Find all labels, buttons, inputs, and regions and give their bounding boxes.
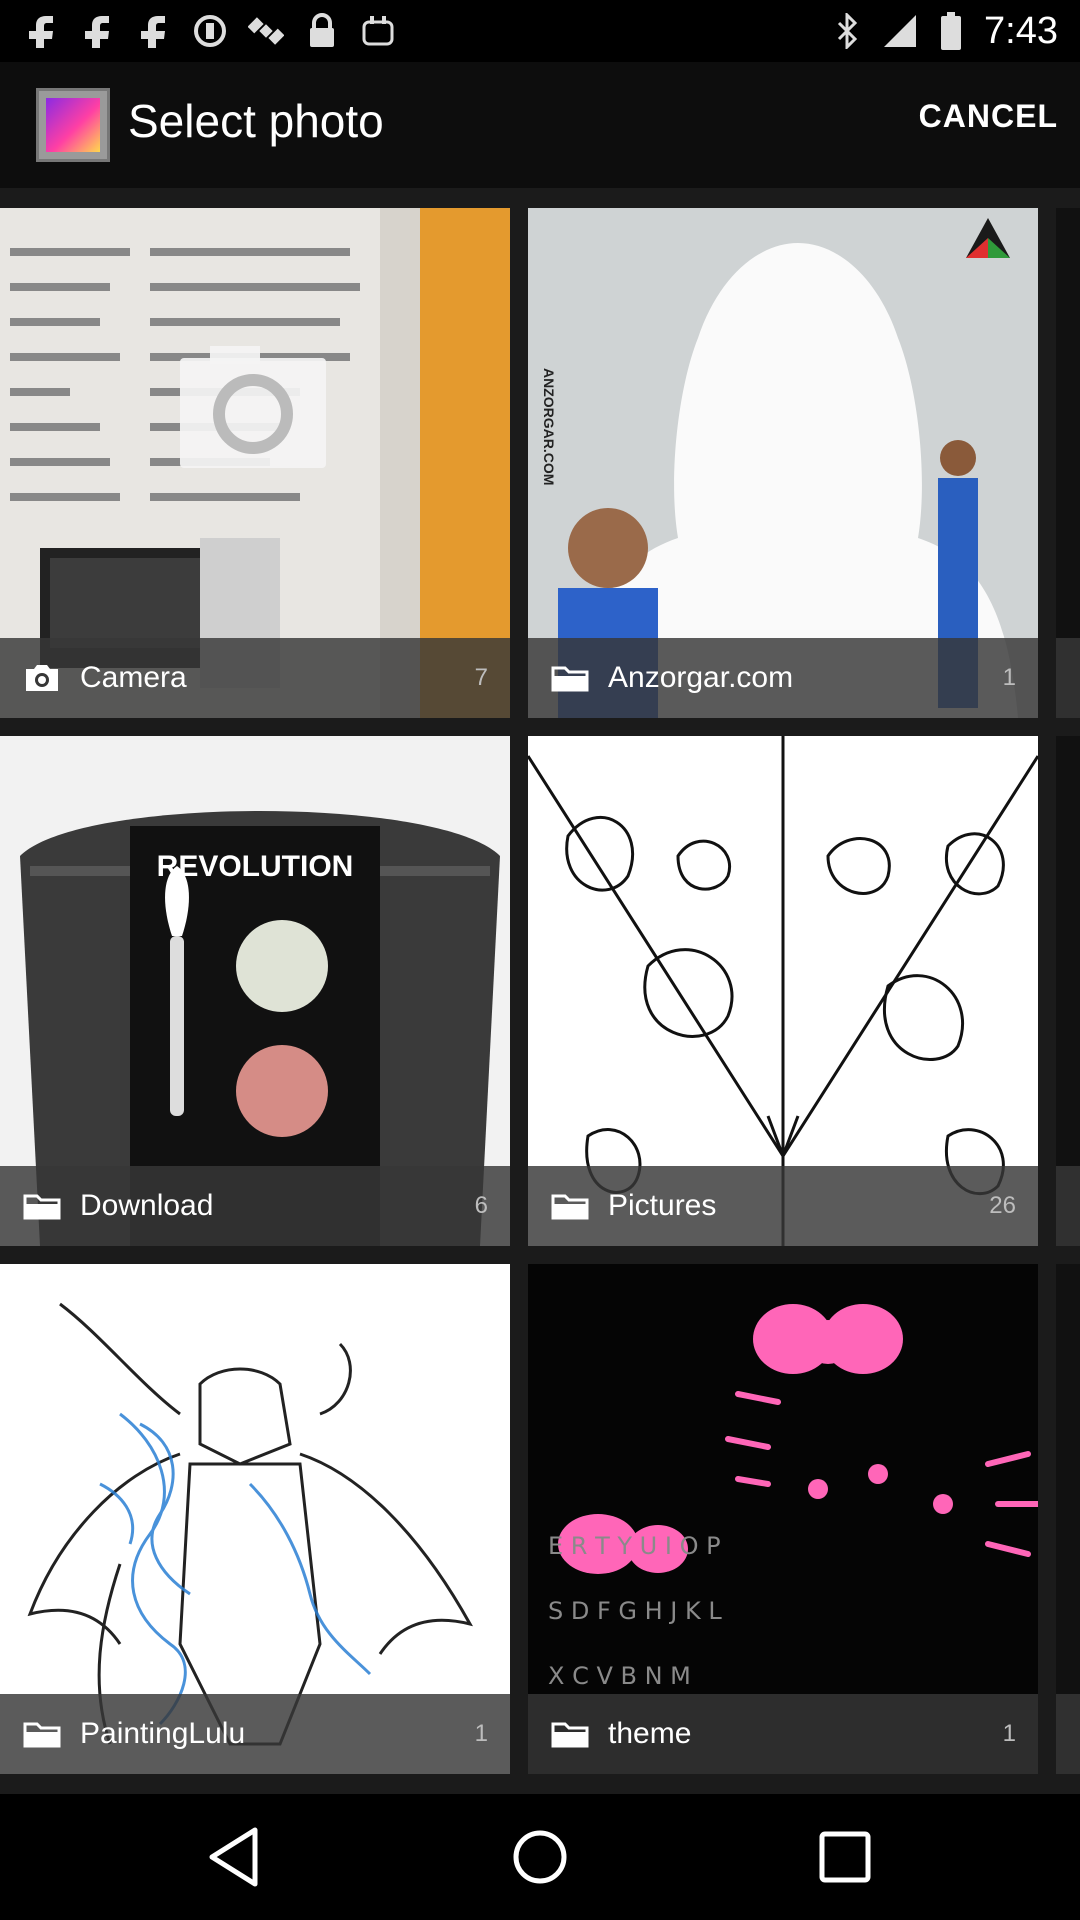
android-icon [360, 13, 396, 49]
album-tile-paintinglulu[interactable]: PaintingLulu 1 [0, 1264, 510, 1774]
album-tile-download[interactable]: REVOLUTION Download 6 [0, 736, 510, 1246]
facebook-icon [80, 13, 116, 49]
folder-icon [23, 1722, 61, 1748]
folder-icon [551, 666, 589, 692]
album-name: theme [608, 1717, 692, 1750]
battery-icon [941, 12, 962, 50]
facebook-icon [24, 13, 60, 49]
watermark-text: ANZORGAR.COM [541, 368, 557, 485]
clock: 7:43 [984, 9, 1058, 52]
status-bar: 7:43 [0, 0, 1080, 62]
album-label: Camera 7 [0, 638, 510, 718]
facebook-icon [136, 13, 172, 49]
folder-icon [551, 1194, 589, 1220]
album-count: 26 [989, 1192, 1016, 1219]
navigation-bar [0, 1794, 1080, 1920]
album-name: Pictures [608, 1189, 717, 1222]
album-label: Download 6 [0, 1166, 510, 1246]
album-count: 1 [1002, 664, 1016, 691]
back-icon[interactable] [200, 1822, 270, 1892]
svg-text:X C V B N M: X C V B N M [548, 1662, 691, 1690]
album-label: theme 1 [528, 1694, 1038, 1774]
product-text: REVOLUTION [157, 850, 354, 883]
page-title: Select photo [128, 95, 384, 147]
recents-icon[interactable] [810, 1822, 880, 1892]
album-name: PaintingLulu [80, 1717, 246, 1750]
album-tile-theme[interactable]: E R T Y U I O P S D F G H J K L X C V B … [528, 1264, 1038, 1774]
home-icon[interactable] [505, 1822, 575, 1892]
satellite-icon [248, 13, 284, 49]
album-tile-partial[interactable] [1056, 1264, 1080, 1774]
svg-text:E R T Y U I O P: E R T Y U I O P [548, 1532, 721, 1560]
album-name: Anzorgar.com [608, 661, 794, 694]
folder-icon [551, 1722, 589, 1748]
album-name: Camera [80, 661, 187, 694]
album-count: 1 [1002, 1720, 1016, 1747]
album-label: Pictures 26 [528, 1166, 1038, 1246]
album-label [1056, 1694, 1080, 1774]
album-label: Anzorgar.com 1 [528, 638, 1038, 718]
signal-icon [884, 15, 917, 47]
folder-icon [23, 1194, 61, 1220]
gallery-app-icon [36, 88, 110, 162]
album-label: PaintingLulu 1 [0, 1694, 510, 1774]
svg-text:S D F G H J K L: S D F G H J K L [548, 1597, 722, 1625]
circle-icon [192, 13, 228, 49]
lock-icon [304, 13, 340, 49]
album-label [1056, 1166, 1080, 1246]
cancel-button[interactable]: CANCEL [919, 98, 1058, 135]
camera-icon [26, 665, 58, 691]
album-tile-partial[interactable] [1056, 208, 1080, 718]
album-tile-pictures[interactable]: Pictures 26 [528, 736, 1038, 1246]
album-label [1056, 638, 1080, 718]
album-count: 6 [474, 1192, 488, 1219]
album-tile-anzorgar[interactable]: ANZORGAR.COM Anzorgar.com 1 [528, 208, 1038, 718]
action-bar: Select photo CANCEL [0, 62, 1080, 188]
bluetooth-icon [837, 13, 858, 49]
album-name: Download [80, 1189, 214, 1222]
album-count: 1 [474, 1720, 488, 1747]
album-tile-camera[interactable]: Camera 7 [0, 208, 510, 718]
album-count: 7 [474, 664, 488, 691]
album-tile-partial[interactable] [1056, 736, 1080, 1246]
